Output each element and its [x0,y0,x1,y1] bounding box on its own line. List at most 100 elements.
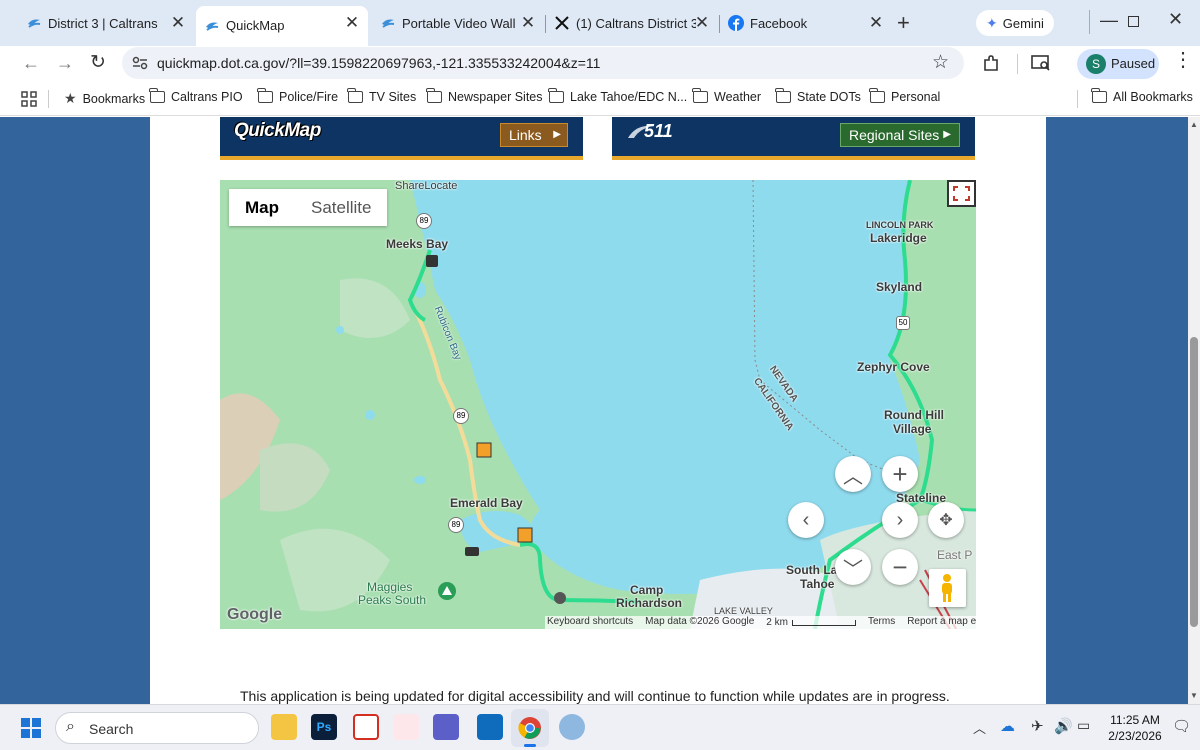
apps-grid-icon[interactable] [21,91,37,107]
cast-search-icon[interactable] [1031,54,1051,72]
new-tab-button[interactable]: + [897,12,910,34]
accessibility-notice: This application is being updated for di… [240,688,950,704]
map-label: Camp [630,583,664,597]
gemini-button[interactable]: ✦ Gemini [976,10,1054,36]
map-label: Tahoe [800,577,835,591]
map-type-satellite-button[interactable]: Satellite [295,189,387,226]
plus-icon: + [892,458,908,489]
onedrive-icon[interactable]: ☁ [1000,717,1015,735]
bookmark-state-dots[interactable]: State DOTs [775,88,861,104]
close-icon[interactable]: ✕ [168,13,188,33]
links-button[interactable]: Links ▶ [500,123,568,147]
menu-icon[interactable]: ⋮ [1173,50,1193,70]
site-settings-icon[interactable] [132,56,148,70]
battery-icon[interactable]: ▭ [1077,717,1090,734]
tab-quickmap[interactable]: QuickMap ✕ [196,6,368,46]
map-label: Peaks South [358,593,427,607]
map-type-map-button[interactable]: Map [229,189,295,226]
move-camera-button[interactable]: ✥ [928,502,964,538]
chrome-taskbar-button[interactable] [511,709,549,747]
outlook-icon[interactable] [477,714,503,740]
photoshop-icon[interactable]: Ps [311,714,337,740]
x-icon [555,16,569,30]
address-bar[interactable]: quickmap.dot.ca.gov/?ll=39.1598220697963… [122,47,964,79]
pan-right-button[interactable]: › [882,502,918,538]
teams-icon[interactable] [433,714,459,740]
map-canvas[interactable]: 89 89 89 50 ShareLocate Meeks Bay Rubico… [220,180,976,629]
close-icon[interactable]: ✕ [692,13,712,33]
bookmark-newspaper-sites[interactable]: Newspaper Sites [426,88,543,104]
bookmark-bookmarks[interactable]: ★ Bookmarks [64,90,145,107]
folder-icon [548,88,564,103]
snipping-tool-icon[interactable] [393,714,419,740]
regional-sites-button[interactable]: Regional Sites ▶ [840,123,960,147]
search-placeholder: Search [89,721,134,737]
back-button[interactable]: ← [22,53,40,74]
zoom-out-button[interactable]: − [882,549,918,585]
acrobat-icon[interactable] [353,714,379,740]
windows-start-icon[interactable] [21,718,41,738]
map-label: South La [786,563,838,577]
chevron-down-icon: ﹀ [843,558,863,581]
reload-button[interactable]: ↻ [90,51,106,74]
report-error-link[interactable]: Report a map error [907,616,976,629]
tab-x-caltrans[interactable]: (1) Caltrans District 3 ✕ [546,8,718,38]
volume-icon[interactable]: 🔊 [1054,717,1073,735]
airplane-mode-icon[interactable]: ✈ [1031,717,1044,735]
caltrans-icon [28,19,41,28]
tab-title: Facebook [750,15,808,31]
bookmarks-bar: ★ Bookmarks Caltrans PIO Police/Fire TV S… [0,82,1200,116]
tab-district3[interactable]: District 3 | Caltrans ✕ [18,8,194,38]
globe-app-icon[interactable] [559,714,585,740]
pan-left-button[interactable]: ‹ [788,502,824,538]
links-label: Links [509,127,542,143]
map-attribution: Keyboard shortcuts Map data ©2026 Google… [545,616,976,629]
scroll-down-icon[interactable]: ▼ [1190,691,1198,700]
pan-down-button[interactable]: ﹀ [835,549,871,585]
bookmark-police-fire[interactable]: Police/Fire [257,88,339,104]
page-scrollbar[interactable]: ▲ ▼ [1188,117,1200,704]
bookmark-personal[interactable]: Personal [869,88,940,104]
bookmark-label: State DOTs [797,90,861,104]
close-icon[interactable]: ✕ [342,13,362,33]
bookmark-weather[interactable]: Weather [692,88,761,104]
scrollbar-thumb[interactable] [1190,337,1198,627]
chevron-up-icon[interactable]: ︿ [973,718,986,737]
profile-button[interactable]: S Paused [1077,49,1159,79]
street-view-button[interactable] [929,569,966,607]
511-banner: 511 Regional Sites ▶ [612,117,975,160]
zoom-in-button[interactable]: + [882,456,918,492]
system-clock[interactable]: 11:25 AM 2/23/2026 [1105,712,1165,744]
notifications-icon[interactable]: 🗨 [1172,717,1191,735]
taskbar-search[interactable]: ⌕ Search [55,712,259,744]
bookmark-caltrans-pio[interactable]: Caltrans PIO [149,88,243,104]
close-icon[interactable]: ✕ [866,13,886,33]
route-shield: 89 [416,213,432,229]
bookmark-lake-tahoe[interactable]: Lake Tahoe/EDC N... [548,88,687,104]
close-icon[interactable]: ✕ [518,13,538,33]
bookmark-tv-sites[interactable]: TV Sites [347,88,416,104]
scale-bar[interactable]: 2 km [766,616,856,629]
map-label: Lakeridge [870,231,927,245]
map-data-text: Map data ©2026 Google [645,616,755,627]
all-bookmarks[interactable]: All Bookmarks [1091,88,1193,104]
tab-portable-video-wall[interactable]: Portable Video Wall ✕ [372,8,544,38]
chevron-left-icon: ‹ [802,508,810,531]
fullscreen-button[interactable] [947,180,976,207]
bookmark-label: Police/Fire [279,90,339,104]
maximize-button[interactable] [1128,16,1139,27]
pan-up-button[interactable]: ︿ [835,456,871,492]
file-explorer-icon[interactable] [271,714,297,740]
scroll-up-icon[interactable]: ▲ [1190,120,1198,129]
close-window-button[interactable]: ✕ [1168,9,1183,30]
map-label: ShareLocate [395,180,458,192]
minimize-button[interactable]: — [1100,10,1118,31]
extensions-icon[interactable] [981,54,1001,74]
tab-facebook[interactable]: Facebook ✕ [720,8,892,38]
bookmark-star-icon[interactable]: ☆ [932,51,949,74]
map-label: Round Hill [884,408,944,422]
tab-title: District 3 | Caltrans [48,15,158,31]
keyboard-shortcuts-link[interactable]: Keyboard shortcuts [547,616,633,629]
terms-link[interactable]: Terms [868,616,895,629]
forward-button[interactable]: → [56,53,74,74]
